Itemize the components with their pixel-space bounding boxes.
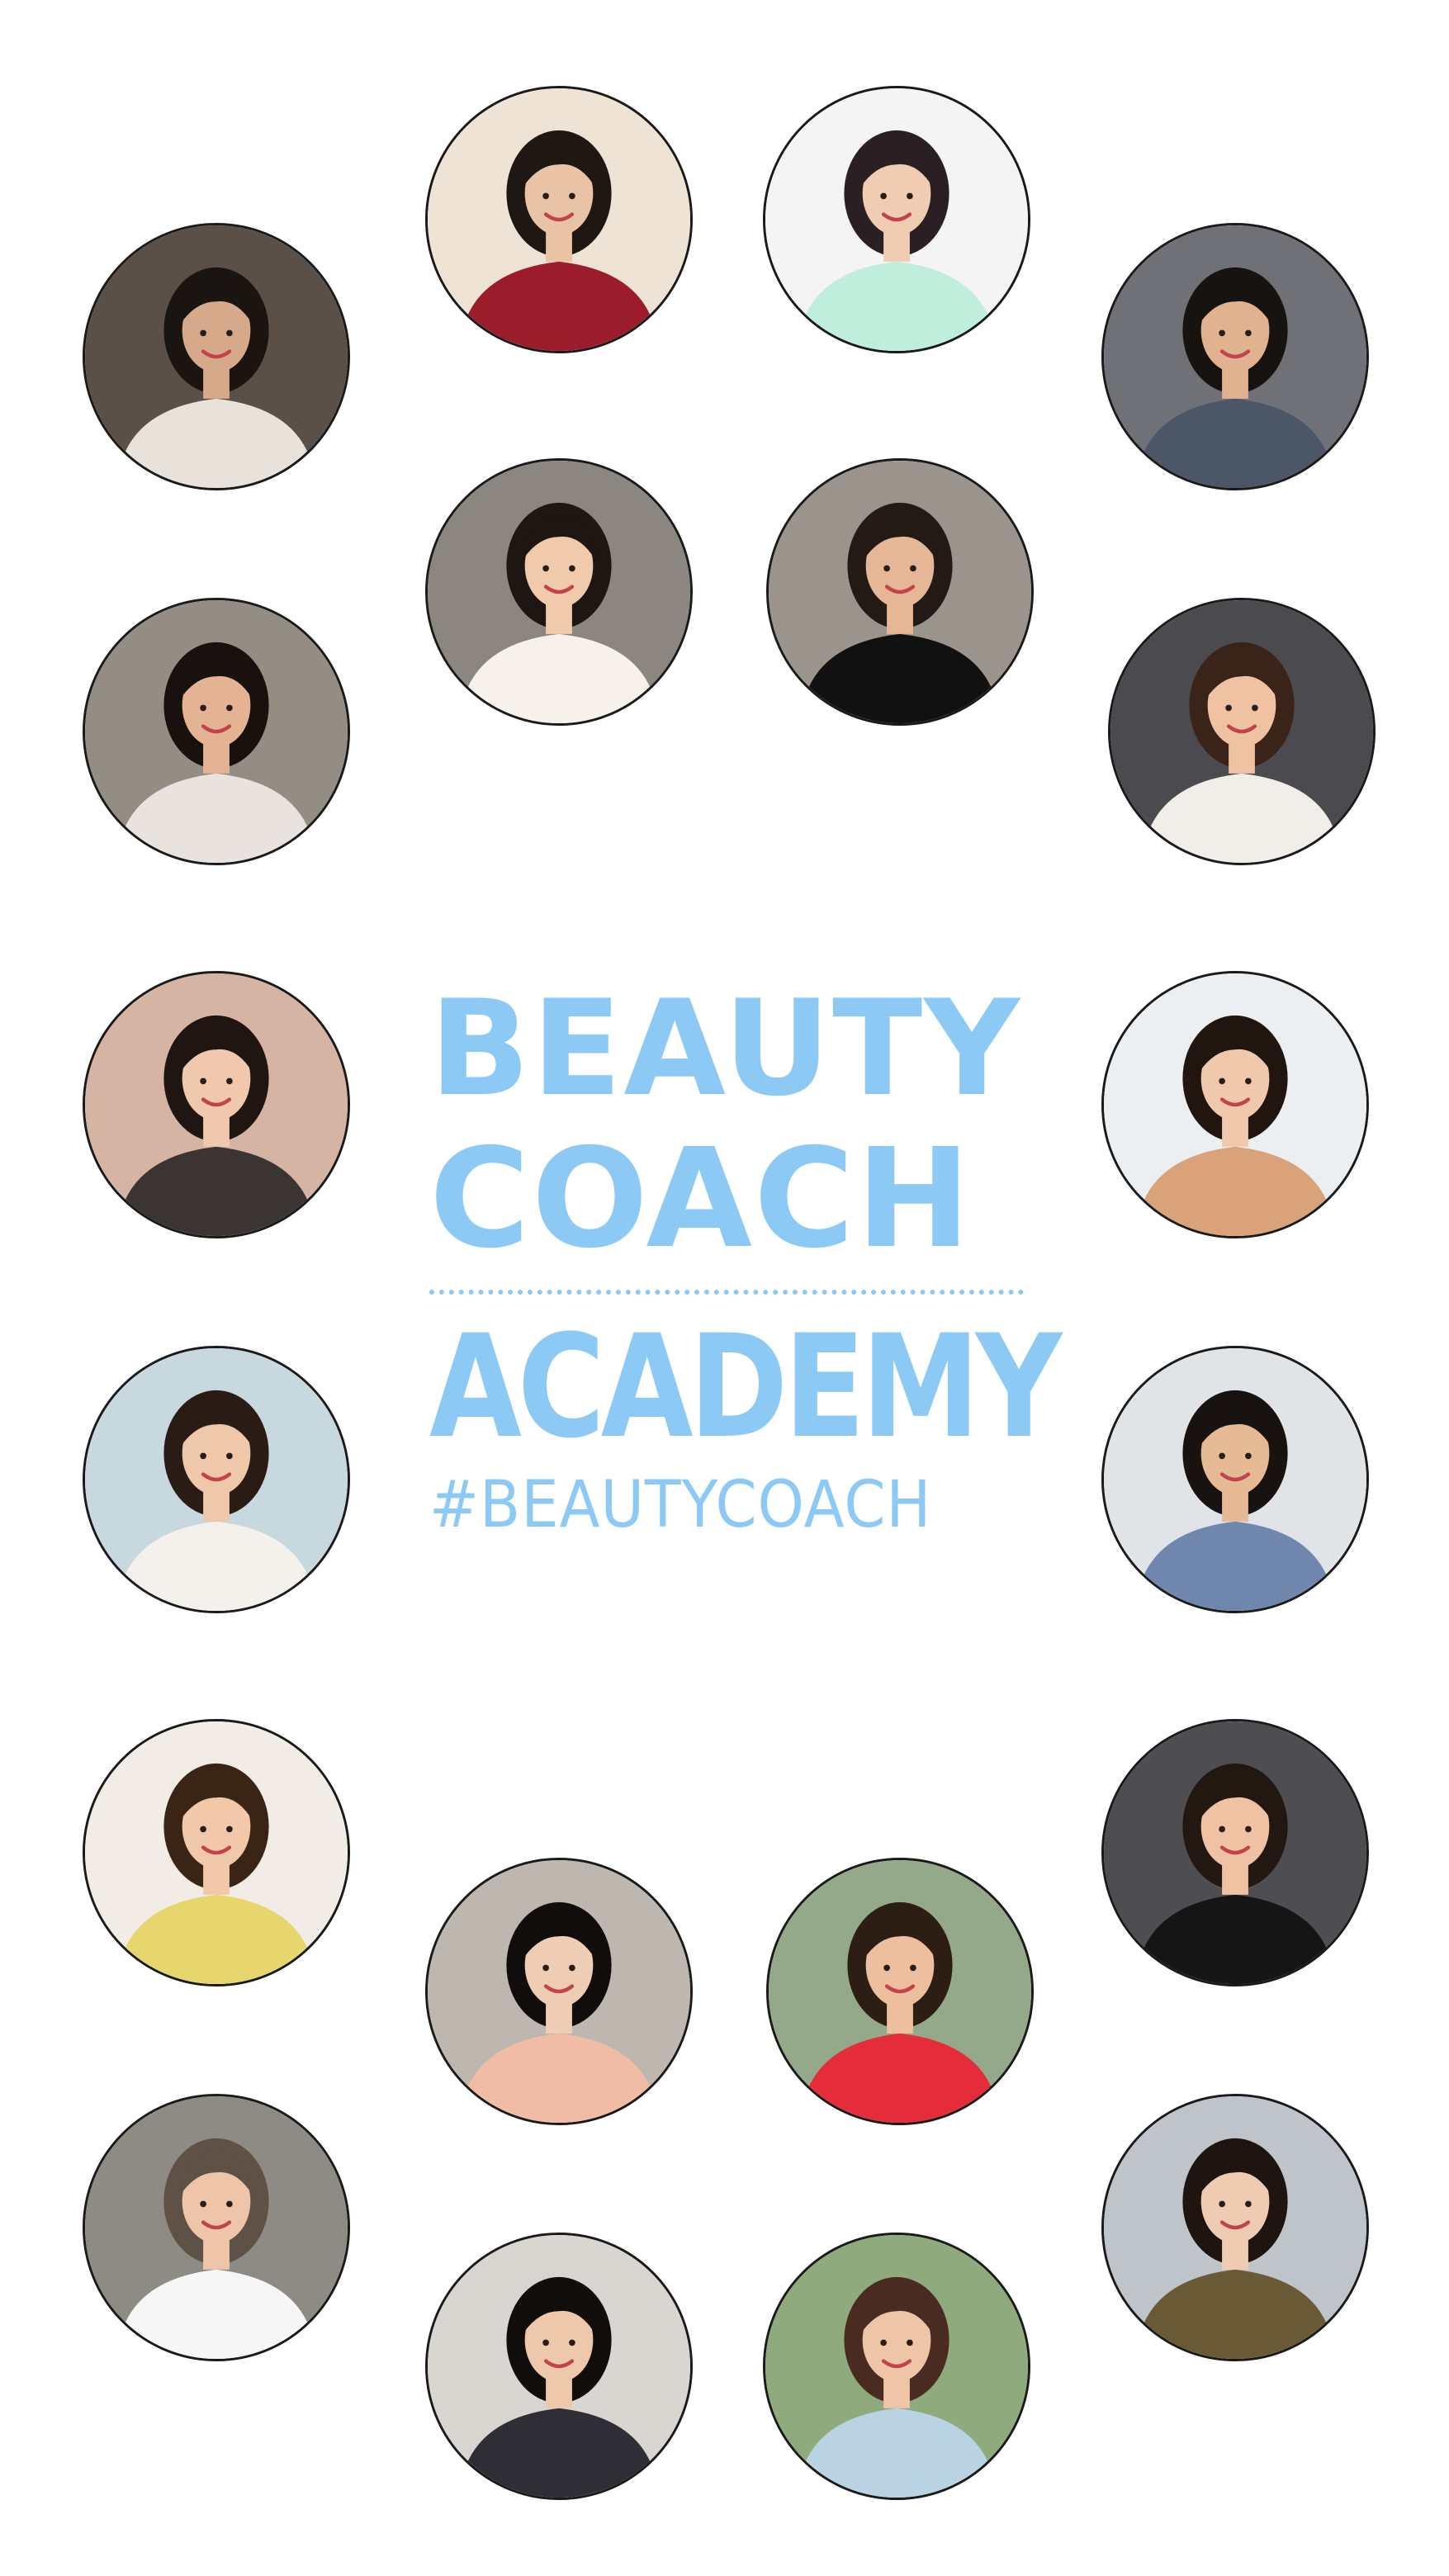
portrait-photo [85,600,348,863]
avatar [83,598,350,865]
avatar [763,86,1030,353]
portrait-photo [85,1348,348,1611]
portrait-photo [85,1721,348,1984]
hashtag: #BEAUTYCOACH [429,1468,932,1542]
portrait-photo [1104,225,1366,488]
eye [569,2339,575,2346]
avatar [83,1346,350,1613]
eye [200,1452,206,1460]
eye [1245,2200,1252,2208]
avatar [83,2094,350,2361]
portrait-photo [769,1860,1031,2123]
title-beauty: BEAUTY [429,971,1022,1125]
portrait-photo [428,1860,690,2123]
eye [542,565,549,572]
eye [569,1964,575,1972]
eye [200,2200,206,2208]
portrait-photo [85,973,348,1236]
portrait-photo [85,2096,348,2359]
portrait-photo [1104,1721,1366,1984]
eye [200,704,206,712]
eye [1245,1825,1252,1833]
title-academy: ACADEMY [429,1304,1062,1470]
avatar [763,2233,1030,2500]
avatar [425,458,693,726]
eye [910,1964,916,1972]
eye [1225,704,1232,712]
eye [880,2339,887,2346]
avatar [766,458,1034,726]
dotted-divider [429,1290,1024,1295]
eye [542,2339,549,2346]
eye [542,192,549,200]
eye [226,1825,233,1833]
avatar [1101,2094,1369,2361]
portrait-photo [428,2235,690,2498]
eye [907,2339,913,2346]
eye [200,1825,206,1833]
portrait-photo [1104,973,1366,1236]
avatar [83,1719,350,1986]
avatar [1101,971,1369,1238]
eye [1219,329,1225,337]
eye [910,565,916,572]
avatar [1101,1719,1369,1986]
eye [569,192,575,200]
eye [1219,1077,1225,1085]
eye [200,1077,206,1085]
portrait-photo [1110,600,1373,863]
eye [883,565,890,572]
title-block: BEAUTY COACH ACADEMY #BEAUTYCOACH [429,971,1062,1542]
avatar [766,1858,1034,2125]
avatar [83,971,350,1238]
portrait-photo [769,461,1031,723]
eye [907,192,913,200]
eye [200,329,206,337]
title-coach: COACH [429,1120,973,1279]
eye [226,329,233,337]
eye [226,2200,233,2208]
portrait-photo [1104,1348,1366,1611]
eye [226,1452,233,1460]
eye [569,565,575,572]
portrait-photo [85,225,348,488]
portrait-photo [765,88,1028,351]
eye [226,704,233,712]
portrait-photo [428,88,690,351]
eye [1245,1077,1252,1085]
portrait-photo [428,461,690,723]
eye [226,1077,233,1085]
eye [542,1964,549,1972]
portrait-photo [765,2235,1028,2498]
eye [880,192,887,200]
portrait-photo [1104,2096,1366,2359]
eye [1219,2200,1225,2208]
eye [1252,704,1258,712]
avatar [425,1858,693,2125]
eye [1245,1452,1252,1460]
avatar [1108,598,1376,865]
avatar [425,86,693,353]
eye [1245,329,1252,337]
avatar [1101,1346,1369,1613]
eye [1219,1825,1225,1833]
eye [883,1964,890,1972]
eye [1219,1452,1225,1460]
avatar [425,2233,693,2500]
avatar [83,223,350,490]
avatar [1101,223,1369,490]
